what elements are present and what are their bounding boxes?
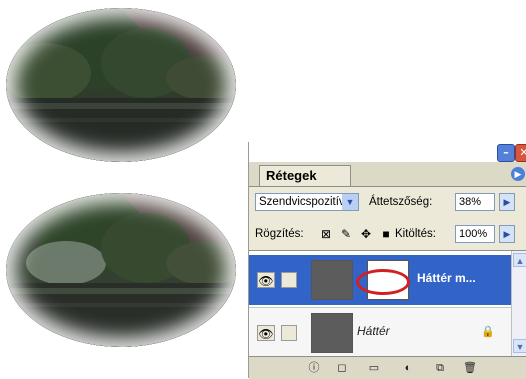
- layers-list: 👁 Háttér m... 👁 Háttér 🔒 ▲ ▼: [249, 250, 526, 358]
- add-mask-icon[interactable]: ◻: [335, 361, 349, 375]
- layer-row-background-copy[interactable]: 👁 Háttér m...: [249, 255, 511, 305]
- tab-row: Rétegek ▶: [249, 162, 526, 187]
- scroll-down-icon[interactable]: ▼: [513, 339, 526, 353]
- photo-original: [6, 8, 236, 162]
- blend-mode-value: Szendvicspozitív: [259, 196, 345, 208]
- panel-menu-icon[interactable]: ▶: [511, 167, 525, 181]
- scroll-up-icon[interactable]: ▲: [513, 253, 526, 267]
- adjustment-layer-icon[interactable]: ◐: [401, 361, 415, 375]
- fill-label: Kitöltés:: [395, 228, 436, 240]
- close-icon[interactable]: ✕: [515, 144, 526, 162]
- lock-fill-row: Rögzítés: ⊠ ✎ ✥ ■ Kitöltés: 100% ▶: [249, 219, 526, 249]
- lock-all-icon[interactable]: ■: [379, 227, 393, 241]
- delete-layer-icon[interactable]: 🗑: [463, 361, 477, 375]
- layer-name: Háttér m...: [417, 271, 476, 285]
- lock-move-icon[interactable]: ✥: [359, 227, 373, 241]
- lock-icon: 🔒: [481, 326, 495, 338]
- blend-opacity-row: Szendvicspozitív ▼ Áttetszőség: 38% ▶: [249, 187, 526, 217]
- opacity-slider-button[interactable]: ▶: [499, 193, 515, 211]
- panel-titlebar: – ✕: [249, 142, 526, 162]
- new-layer-icon[interactable]: ⧉: [433, 361, 447, 375]
- panel-bottom-bar: ⓘ ◻ ▭ ◐ ⧉ 🗑: [249, 356, 526, 379]
- fill-field[interactable]: 100%: [455, 225, 495, 243]
- eye-icon[interactable]: 👁: [257, 325, 275, 341]
- layer-style-icon[interactable]: ⓘ: [307, 361, 321, 375]
- layer-thumbnail: [311, 260, 353, 300]
- layer-link-icon[interactable]: [281, 325, 297, 341]
- layer-link-icon[interactable]: [281, 272, 297, 288]
- blend-mode-select[interactable]: Szendvicspozitív ▼: [255, 193, 359, 211]
- layer-thumbnail: [311, 313, 353, 353]
- opacity-label: Áttetszőség:: [369, 196, 433, 208]
- lock-transparent-icon[interactable]: ⊠: [319, 227, 333, 241]
- annotation-ring: [356, 269, 410, 295]
- lock-paint-brush-icon[interactable]: ✎: [339, 227, 353, 241]
- photo-original-image: [6, 8, 236, 162]
- new-group-icon[interactable]: ▭: [367, 361, 381, 375]
- chevron-down-icon[interactable]: ▼: [342, 194, 358, 210]
- fill-slider-button[interactable]: ▶: [499, 225, 515, 243]
- minimize-icon[interactable]: –: [497, 144, 515, 162]
- layer-row-background[interactable]: 👁 Háttér 🔒: [249, 307, 511, 358]
- eye-icon[interactable]: 👁: [257, 272, 275, 288]
- layers-panel: – ✕ Rétegek ▶ Szendvicspozitív ▼ Áttetsz…: [248, 142, 526, 379]
- opacity-field[interactable]: 38%: [455, 193, 495, 211]
- photo-result-image: [6, 193, 236, 347]
- layers-scrollbar[interactable]: ▲ ▼: [511, 251, 526, 357]
- layer-name: Háttér: [357, 324, 390, 338]
- lock-label: Rögzítés:: [255, 228, 304, 240]
- tab-layers[interactable]: Rétegek: [259, 165, 351, 186]
- photo-result: [6, 193, 236, 347]
